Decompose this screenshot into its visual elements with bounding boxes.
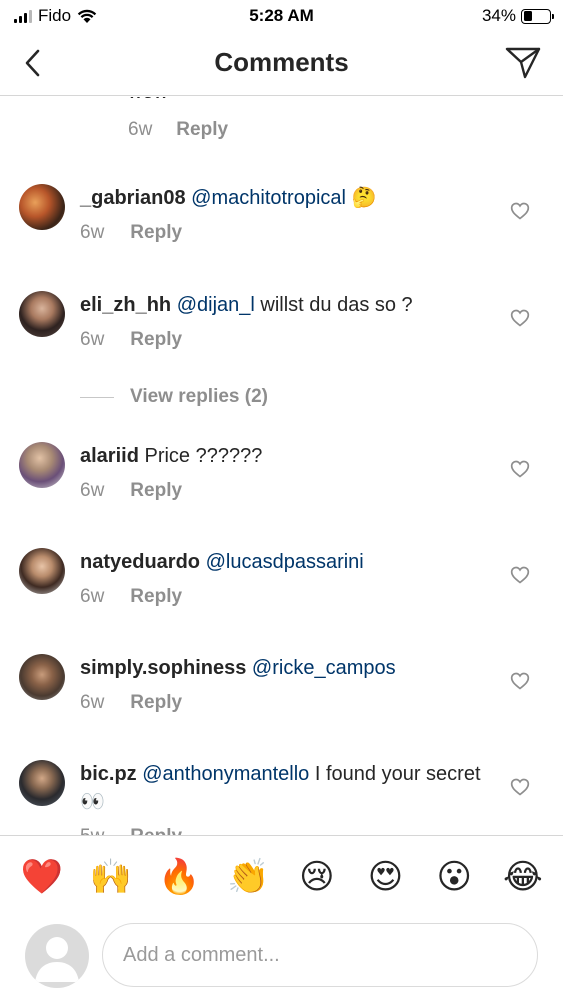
comment-meta: 6w Reply bbox=[80, 222, 182, 244]
avatar[interactable] bbox=[19, 654, 65, 700]
comment-username[interactable]: eli_zh_hh bbox=[80, 294, 171, 316]
default-user-icon bbox=[35, 937, 79, 982]
comment-username[interactable]: natyeduardo bbox=[80, 551, 200, 573]
status-bar: Fido 5:28 AM 34% bbox=[0, 0, 563, 34]
like-heart-icon[interactable] bbox=[510, 565, 530, 585]
comment-username[interactable]: simply.sophiness bbox=[80, 657, 246, 679]
reply-button[interactable]: Reply bbox=[130, 329, 182, 351]
battery-fill bbox=[523, 11, 532, 21]
share-button[interactable] bbox=[505, 46, 541, 80]
avatar[interactable] bbox=[19, 184, 65, 230]
emoji-clap-button[interactable]: 👏 bbox=[226, 857, 270, 897]
like-heart-icon[interactable] bbox=[510, 777, 530, 797]
avatar[interactable] bbox=[19, 548, 65, 594]
reply-button[interactable]: Reply bbox=[130, 586, 182, 608]
comment-mention[interactable]: @ricke_campos bbox=[252, 657, 396, 679]
comment-text: wow bbox=[128, 97, 168, 104]
avatar[interactable] bbox=[19, 760, 65, 806]
comment-mention[interactable]: @anthonymantello bbox=[142, 763, 309, 785]
comment-time: 6w bbox=[80, 329, 105, 350]
comment-meta: 6w Reply bbox=[80, 480, 182, 502]
like-heart-icon[interactable] bbox=[510, 308, 530, 328]
emoji-reaction-bar: ❤️ 🙌 🔥 👏 😢 😍 😮 😂 bbox=[0, 835, 563, 917]
comment-time: 6w bbox=[128, 119, 153, 140]
emoji-fire-button[interactable]: 🔥 bbox=[157, 857, 201, 897]
battery-percent: 34% bbox=[481, 6, 516, 25]
comment-meta: 5w Reply bbox=[80, 826, 182, 835]
comment-meta: 6w Reply bbox=[80, 586, 182, 608]
reply-button[interactable]: Reply bbox=[130, 826, 182, 835]
emoji-crying-button[interactable]: 😢 bbox=[295, 857, 339, 897]
like-heart-icon[interactable] bbox=[510, 201, 530, 221]
like-heart-icon[interactable] bbox=[510, 459, 530, 479]
comment-body: natyeduardo @lucasdpassarini bbox=[80, 548, 490, 576]
comment-meta: 6w Reply bbox=[80, 329, 182, 351]
comment-text: Price ?????? bbox=[138, 445, 263, 467]
comment-meta: 6w Reply bbox=[128, 119, 228, 141]
divider-line bbox=[80, 396, 114, 398]
direct-send-icon bbox=[505, 47, 541, 79]
avatar[interactable] bbox=[19, 442, 65, 488]
emoji-surprised-button[interactable]: 😮 bbox=[432, 857, 476, 897]
avatar[interactable] bbox=[19, 291, 65, 337]
comment-mention[interactable]: @dijan_l bbox=[177, 294, 255, 316]
status-right: 34% bbox=[481, 6, 554, 26]
emoji-heart-eyes-button[interactable]: 😍 bbox=[364, 857, 408, 897]
comment-time: 5w bbox=[80, 826, 104, 835]
like-heart-icon[interactable] bbox=[510, 671, 530, 691]
comment-body: alariid Price ?????? bbox=[80, 442, 490, 470]
battery-icon bbox=[521, 8, 554, 24]
reply-button[interactable]: Reply bbox=[176, 119, 228, 141]
emoji-laughing-button[interactable]: 😂 bbox=[501, 857, 545, 897]
comment-body: bic.pz @anthonymantello I found your sec… bbox=[80, 760, 490, 816]
comment-meta: 6w Reply bbox=[80, 692, 182, 714]
emoji-heart-button[interactable]: ❤️ bbox=[20, 857, 64, 897]
reply-button[interactable]: Reply bbox=[130, 692, 182, 714]
comment-input[interactable] bbox=[102, 923, 538, 987]
comment-time: 6w bbox=[80, 692, 105, 713]
comment-body: eli_zh_hh @dijan_l willst du das so ? bbox=[80, 291, 490, 319]
comment-username[interactable]: _gabrian08 bbox=[80, 187, 186, 209]
comment-body: _gabrian08 @machitotropical 🤔 bbox=[80, 184, 490, 212]
comment-mention[interactable]: @machitotropical bbox=[191, 187, 346, 209]
status-time: 5:28 AM bbox=[249, 6, 314, 25]
comment-text: willst du das so ? bbox=[254, 294, 413, 316]
reply-button[interactable]: Reply bbox=[130, 480, 182, 502]
comment-time: 6w bbox=[80, 222, 105, 243]
comments-list[interactable]: wow 6w Reply _gabrian08 @machitotropical… bbox=[0, 97, 563, 835]
comment-mention[interactable]: @lucasdpassarini bbox=[206, 551, 364, 573]
comment-time: 6w bbox=[80, 586, 105, 607]
avatar bbox=[25, 924, 89, 988]
view-replies-label: View replies (2) bbox=[130, 386, 268, 407]
navigation-header: Comments bbox=[0, 34, 563, 96]
comment-username[interactable]: alariid bbox=[80, 445, 139, 467]
page-title: Comments bbox=[214, 47, 349, 77]
comment-time: 6w bbox=[80, 480, 105, 501]
comment-username[interactable]: bic.pz bbox=[80, 763, 137, 785]
view-replies-button[interactable]: View replies (2) bbox=[80, 386, 268, 408]
comment-text: 🤔 bbox=[345, 187, 377, 209]
reply-button[interactable]: Reply bbox=[130, 222, 182, 244]
emoji-raised-hands-button[interactable]: 🙌 bbox=[89, 857, 133, 897]
comment-composer bbox=[0, 917, 563, 1000]
comment-body: simply.sophiness @ricke_campos bbox=[80, 654, 490, 682]
